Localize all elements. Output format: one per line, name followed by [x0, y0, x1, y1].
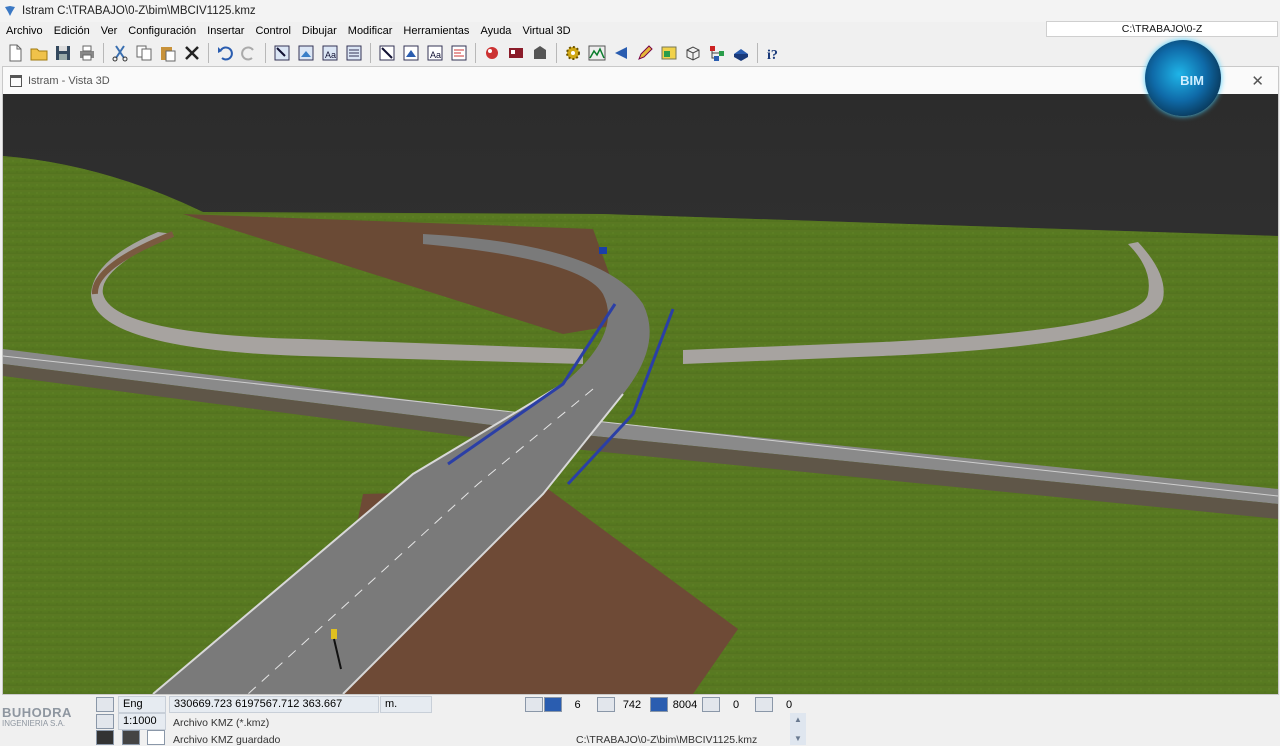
vista-3d-header: Istram - Vista 3D ✕ — [3, 67, 1278, 94]
menu-ver[interactable]: Ver — [95, 25, 123, 37]
counter-links-icon — [755, 697, 773, 712]
coordinates-readout: 330669.723 6197567.712 363.667 — [169, 696, 379, 713]
main-toolbar: Aa Aa i? — [0, 39, 1280, 66]
bim-logo: BIM — [1145, 40, 1221, 116]
close-icon[interactable]: ✕ — [1251, 72, 1264, 90]
globe-icon[interactable] — [730, 42, 751, 63]
3d-viewport[interactable] — [3, 94, 1278, 694]
scroll-up-icon[interactable]: ▲ — [793, 715, 803, 724]
counter-links: 0 — [785, 699, 793, 711]
pencil-icon[interactable] — [634, 42, 655, 63]
menu-dibujar[interactable]: Dibujar — [296, 25, 342, 37]
toolbar-separator — [556, 42, 557, 63]
copy-icon[interactable] — [133, 42, 154, 63]
undo-icon[interactable] — [214, 42, 235, 63]
status-message-2: Archivo KMZ guardado — [173, 734, 281, 746]
toolbar-separator — [265, 42, 266, 63]
svg-text:Aa: Aa — [325, 50, 336, 60]
window-title: Istram C:\TRABAJO\0-Z\bim\MBCIV1125.kmz — [22, 5, 256, 17]
view-top-icon[interactable] — [376, 42, 397, 63]
view-front-icon[interactable] — [400, 42, 421, 63]
text-icon[interactable]: Aa — [424, 42, 445, 63]
saved-path-text: C:\TRABAJO\0-Z\bim\MBCIV1125.kmz — [576, 734, 758, 746]
box-3d-icon[interactable] — [682, 42, 703, 63]
brand-sub: INGENIERIA S.A. — [2, 719, 66, 728]
units-readout: m. — [380, 696, 432, 713]
image-icon[interactable] — [658, 42, 679, 63]
current-path-field[interactable]: C:\TRABAJO\0-Z — [1046, 21, 1278, 37]
tree-icon[interactable] — [706, 42, 727, 63]
counter-m: 6 — [574, 699, 581, 711]
properties-icon[interactable] — [448, 42, 469, 63]
buhodra-logo: BUHODRA INGENIERIA S.A. — [2, 705, 92, 745]
gear-icon[interactable] — [562, 42, 583, 63]
menu-control[interactable]: Control — [249, 25, 295, 37]
svg-text:Aa: Aa — [430, 50, 441, 60]
bim-logo-text: BIM — [1180, 72, 1204, 88]
delete-icon[interactable] — [181, 42, 202, 63]
menu-herramientas[interactable]: Herramientas — [397, 25, 474, 37]
counter-objects-icon — [525, 697, 543, 712]
profile-icon[interactable] — [586, 42, 607, 63]
grid-toggle-icon[interactable] — [96, 697, 114, 712]
menu-modificar[interactable]: Modificar — [342, 25, 398, 37]
svg-text:i?: i? — [767, 48, 778, 62]
zoom-window-icon[interactable] — [271, 42, 292, 63]
status-message-1: Archivo KMZ (*.kmz) — [173, 717, 270, 729]
snap-toggle-icon[interactable] — [122, 730, 140, 745]
print-icon[interactable] — [76, 42, 97, 63]
vista-3d-window: Istram - Vista 3D ✕ — [2, 66, 1279, 695]
zoom-extents-icon[interactable] — [295, 42, 316, 63]
message-scrollbar[interactable]: ▲ ▼ — [790, 713, 806, 745]
export-icon[interactable] — [529, 42, 550, 63]
3d-scene-render — [3, 94, 1278, 694]
menu-insertar[interactable]: Insertar — [201, 25, 249, 37]
scale-field[interactable]: 1:1000 — [118, 713, 166, 730]
menu-archivo[interactable]: Archivo — [0, 25, 48, 37]
paste-icon[interactable] — [157, 42, 178, 63]
toolbar-separator — [757, 42, 758, 63]
display-toggle-icon[interactable] — [96, 730, 114, 745]
counter-lines-icon — [597, 697, 615, 712]
counter-text-icon — [702, 697, 720, 712]
counter-triangles: 8004 — [672, 699, 698, 711]
menu-edici-n[interactable]: Edición — [48, 25, 95, 37]
render-icon[interactable] — [481, 42, 502, 63]
counter-m-icon — [544, 697, 562, 712]
scroll-down-icon[interactable]: ▼ — [793, 734, 803, 743]
layer-toggle-icon[interactable] — [96, 714, 114, 729]
arrow-icon[interactable] — [610, 42, 631, 63]
save-icon[interactable] — [52, 42, 73, 63]
menu-bar: Archivo Edición Ver Configuración Insertar Co… — [0, 22, 1040, 39]
counter-triangles-icon — [650, 697, 668, 712]
istram-app-icon — [5, 6, 15, 16]
vista-3d-title: Istram - Vista 3D — [28, 74, 110, 87]
counter-lines: 742 — [622, 699, 642, 711]
title-bar: Istram C:\TRABAJO\0-Z\bim\MBCIV1125.kmz — [0, 0, 1280, 22]
redo-icon[interactable] — [238, 42, 259, 63]
menu-ayuda[interactable]: Ayuda — [474, 25, 516, 37]
toolbar-separator — [475, 42, 476, 63]
toolbar-separator — [208, 42, 209, 63]
menu-virtual-3d[interactable]: Virtual 3D — [516, 25, 575, 37]
layers-icon[interactable] — [343, 42, 364, 63]
brand-name: BUHODRA — [2, 705, 72, 720]
cut-icon[interactable] — [109, 42, 130, 63]
ortho-toggle-icon[interactable] — [147, 730, 165, 745]
new-file-icon[interactable] — [4, 42, 25, 63]
open-folder-icon[interactable] — [28, 42, 49, 63]
toolbar-separator — [103, 42, 104, 63]
menu-configuraci-n[interactable]: Configuración — [122, 25, 201, 37]
materials-icon[interactable] — [505, 42, 526, 63]
mode-field[interactable]: Eng Libre — [118, 696, 166, 725]
toolbar-separator — [370, 42, 371, 63]
text-style-icon[interactable]: Aa — [319, 42, 340, 63]
window-icon — [10, 74, 22, 87]
counter-text: 0 — [732, 699, 740, 711]
help-icon[interactable]: i? — [763, 42, 784, 63]
